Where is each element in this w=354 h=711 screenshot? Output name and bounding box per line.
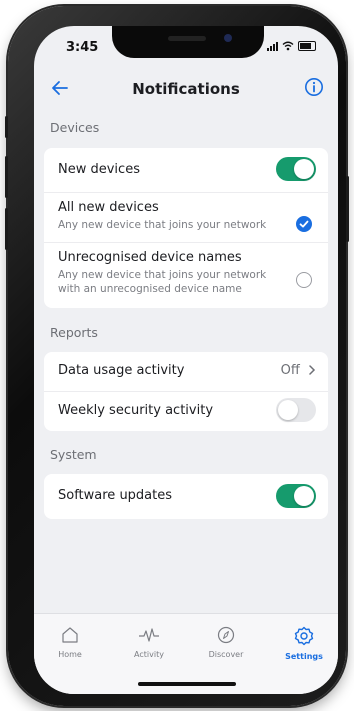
all-new-devices-description: Any new device that joins your network — [58, 219, 267, 231]
tab-activity[interactable]: Activity — [119, 626, 179, 659]
weekly-security-toggle[interactable] — [276, 398, 316, 422]
battery-icon — [298, 41, 316, 51]
compass-icon — [217, 626, 235, 644]
mute-switch — [5, 116, 8, 138]
header: Notifications — [34, 74, 338, 104]
chevron-right-icon — [309, 365, 316, 375]
tab-home[interactable]: Home — [40, 626, 100, 659]
status-icons — [267, 41, 316, 51]
signal-icon — [267, 41, 278, 51]
all-new-devices-label: All new devices — [58, 200, 159, 215]
data-usage-row[interactable]: Data usage activity — [58, 363, 316, 378]
divider — [44, 242, 328, 243]
all-new-devices-row[interactable]: All new devices Any new device that join… — [58, 200, 316, 232]
tab-settings[interactable]: Settings — [274, 626, 334, 661]
software-updates-toggle[interactable] — [276, 484, 316, 508]
tab-home-label: Home — [58, 650, 82, 659]
screen: 3:45 Notifications Devices New devices A… — [34, 26, 338, 694]
home-indicator — [138, 682, 236, 686]
camera — [224, 34, 232, 42]
divider — [44, 391, 328, 392]
section-reports-heading: Reports — [50, 325, 98, 340]
reports-card: Data usage activity Off Weekly security … — [44, 352, 328, 431]
tab-discover-label: Discover — [208, 650, 244, 659]
tab-settings-label: Settings — [285, 652, 323, 661]
divider — [44, 192, 328, 193]
tab-bar: Home Activity Discover Settings — [34, 613, 338, 694]
section-system-heading: System — [50, 447, 97, 462]
devices-card: New devices All new devices Any new devi… — [44, 148, 328, 308]
volume-up-button — [5, 156, 8, 198]
unrecognised-devices-description: Any new device that joins your network wi… — [58, 269, 267, 295]
section-devices-heading: Devices — [50, 120, 100, 135]
phone-frame: 3:45 Notifications Devices New devices A… — [5, 6, 349, 706]
data-usage-value[interactable]: Off — [281, 363, 316, 378]
unrecognised-devices-radio[interactable] — [296, 272, 312, 288]
activity-icon — [139, 628, 159, 642]
wifi-icon — [282, 41, 294, 51]
data-usage-label: Data usage activity — [58, 363, 185, 378]
system-card: Software updates — [44, 474, 328, 519]
gear-icon — [294, 626, 314, 646]
status-time: 3:45 — [66, 40, 99, 55]
home-icon — [62, 627, 78, 643]
tab-discover[interactable]: Discover — [196, 626, 256, 659]
speaker — [168, 36, 206, 41]
volume-down-button — [5, 208, 8, 250]
unrecognised-devices-label: Unrecognised device names — [58, 250, 242, 265]
new-devices-toggle[interactable] — [276, 157, 316, 181]
power-button — [346, 176, 349, 242]
tab-activity-label: Activity — [134, 650, 164, 659]
unrecognised-devices-row[interactable]: Unrecognised device names Any new device… — [58, 250, 316, 296]
info-icon[interactable] — [304, 77, 324, 97]
all-new-devices-check-icon[interactable] — [296, 216, 312, 232]
page-title: Notifications — [132, 80, 240, 98]
notch — [112, 26, 264, 58]
